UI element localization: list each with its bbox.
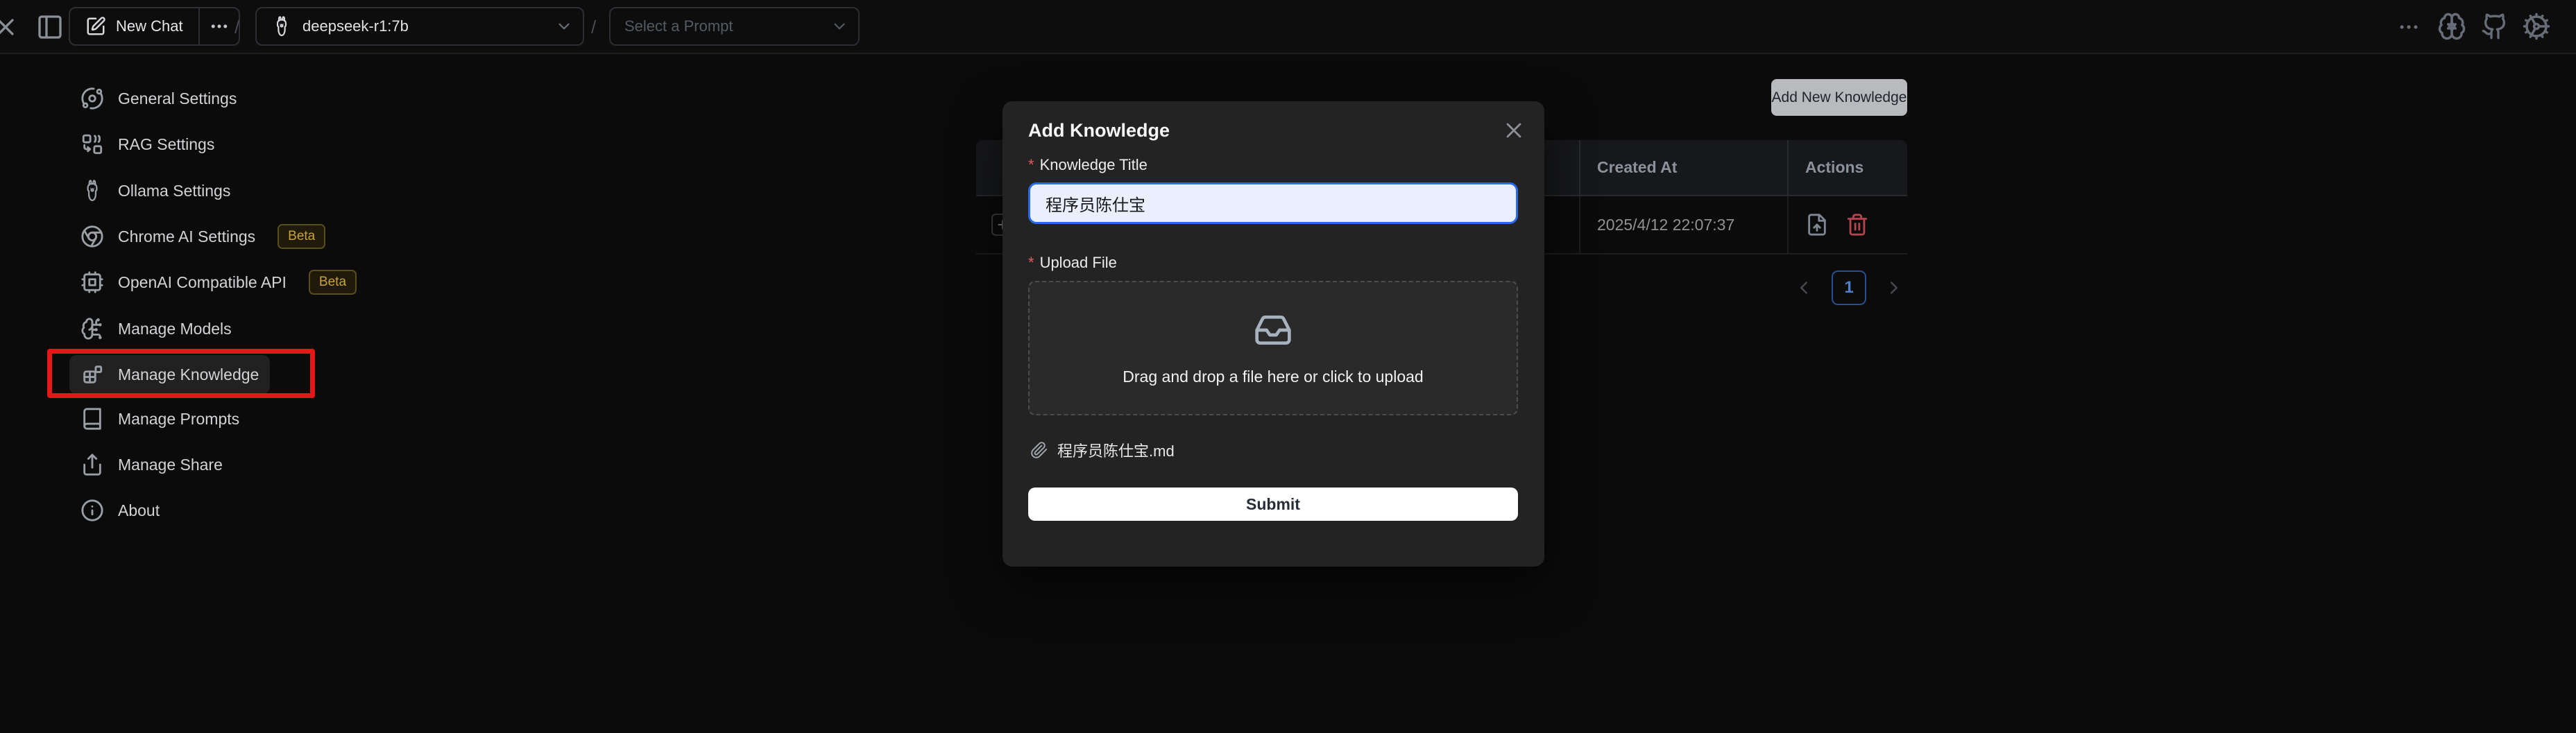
pagination-page-1[interactable]: 1	[1832, 270, 1866, 305]
sidebar-item-about[interactable]: About	[69, 491, 171, 530]
close-sidebar-icon[interactable]	[0, 13, 19, 41]
prompt-selector-placeholder: Select a Prompt	[624, 17, 733, 35]
brain-cog-icon[interactable]	[2437, 12, 2466, 41]
prompt-selector[interactable]: Select a Prompt	[609, 7, 860, 46]
paperclip-icon	[1030, 441, 1048, 459]
share-icon	[80, 453, 104, 476]
sidebar-item-openai-compatible-api[interactable]: OpenAI Compatible API Beta	[69, 263, 368, 302]
chrome-icon	[80, 225, 104, 248]
beta-badge: Beta	[309, 270, 357, 295]
required-mark: *	[1028, 156, 1034, 174]
beta-badge: Beta	[278, 224, 325, 249]
attached-file-name: 程序员陈仕宝.md	[1057, 439, 1175, 461]
chevron-down-icon	[830, 17, 848, 35]
sidebar-item-general-settings[interactable]: General Settings	[69, 79, 248, 118]
llama-icon	[80, 179, 104, 202]
sidebar-item-chrome-ai-settings[interactable]: Chrome AI Settings Beta	[69, 217, 336, 256]
chevron-down-icon	[555, 17, 573, 35]
chevron-right-icon[interactable]	[1884, 277, 1904, 298]
inbox-icon	[1254, 311, 1293, 350]
knowledge-title-input[interactable]	[1028, 182, 1518, 224]
top-bar: New Chat / deepseek-r1:7b / Select a Pro…	[0, 0, 2576, 54]
cpu-icon	[80, 270, 104, 294]
model-selector[interactable]: deepseek-r1:7b	[255, 7, 584, 46]
trash-icon[interactable]	[1845, 213, 1869, 236]
knowledge-title-label: * Knowledge Title	[1028, 156, 1148, 174]
info-icon	[80, 499, 104, 522]
required-mark: *	[1028, 254, 1034, 272]
add-new-knowledge-button[interactable]: Add New Knowledge	[1771, 79, 1907, 116]
table-header-created-at: Created At	[1579, 140, 1787, 195]
sidebar-item-manage-share[interactable]: Manage Share	[69, 445, 234, 484]
new-chat-button-group: New Chat	[69, 7, 240, 46]
sidebar-item-manage-prompts[interactable]: Manage Prompts	[69, 399, 250, 438]
new-chat-button[interactable]: New Chat	[70, 8, 198, 44]
replace-icon	[80, 132, 104, 156]
settings-cog-icon[interactable]	[2522, 12, 2551, 41]
submit-button[interactable]: Submit	[1028, 488, 1518, 521]
upload-hint-text: Drag and drop a file here or click to up…	[1123, 368, 1423, 386]
square-pen-icon	[85, 16, 106, 37]
model-selector-value: deepseek-r1:7b	[302, 17, 409, 35]
sidebar-item-ollama-settings[interactable]: Ollama Settings	[69, 171, 241, 210]
blocks-icon	[80, 363, 104, 386]
book-icon	[80, 407, 104, 431]
orbit-icon	[80, 87, 104, 110]
sidebar-item-manage-knowledge[interactable]: Manage Knowledge	[69, 355, 270, 394]
chat-more-options-button[interactable]	[200, 8, 239, 44]
file-up-icon[interactable]	[1805, 213, 1829, 236]
add-knowledge-modal: Add Knowledge * Knowledge Title * Upload…	[1003, 101, 1544, 567]
modal-title: Add Knowledge	[1028, 120, 1170, 141]
breadcrumb-separator: /	[234, 0, 239, 54]
close-icon[interactable]	[1501, 118, 1526, 143]
row-created-at: 2025/4/12 22:07:37	[1579, 196, 1787, 253]
breadcrumb-separator: /	[591, 0, 596, 54]
sidebar-item-rag-settings[interactable]: RAG Settings	[69, 125, 225, 164]
table-header-actions: Actions	[1787, 140, 1907, 195]
app-root: New Chat / deepseek-r1:7b / Select a Pro…	[0, 0, 2576, 733]
new-chat-label: New Chat	[116, 17, 183, 35]
chevron-left-icon[interactable]	[1793, 277, 1814, 298]
panel-left-icon[interactable]	[36, 13, 64, 41]
llama-icon	[271, 15, 293, 37]
file-dropzone[interactable]: Drag and drop a file here or click to up…	[1028, 281, 1518, 415]
brain-circuit-icon	[80, 317, 104, 340]
upload-file-label: * Upload File	[1028, 254, 1117, 272]
more-options-icon[interactable]	[2397, 15, 2421, 39]
github-icon[interactable]	[2481, 12, 2509, 40]
pagination: 1	[1793, 270, 1904, 305]
attached-file-row[interactable]: 程序员陈仕宝.md	[1030, 439, 1175, 461]
sidebar-item-manage-models[interactable]: Manage Models	[69, 309, 243, 348]
